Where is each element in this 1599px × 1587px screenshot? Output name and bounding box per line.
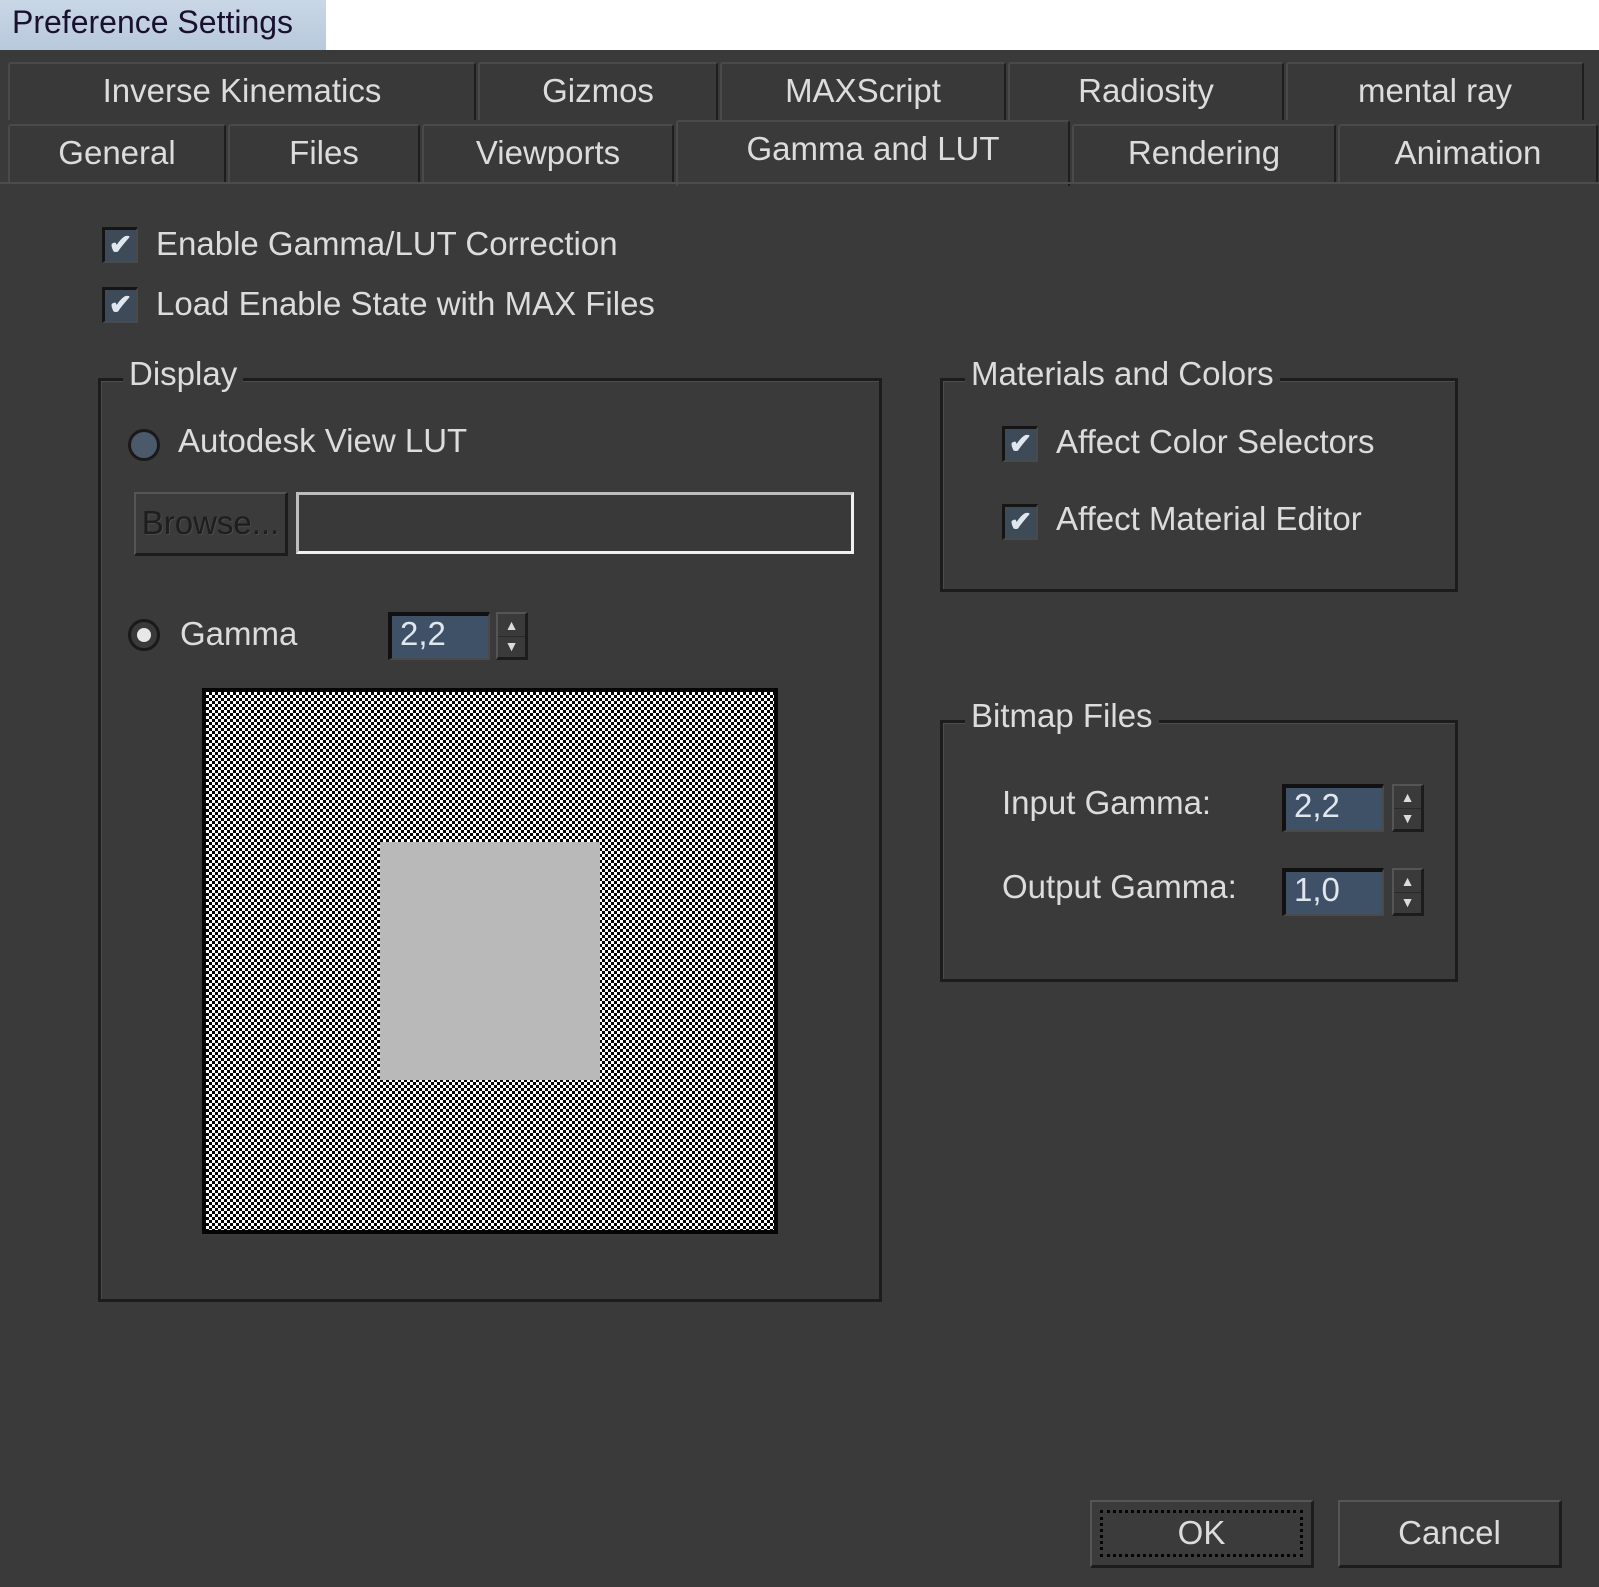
check-icon: ✔: [1008, 506, 1033, 537]
tab-gizmos[interactable]: Gizmos: [478, 62, 718, 120]
tab-gamma-and-lut[interactable]: Gamma and LUT: [676, 120, 1070, 186]
materials-colors-group: Materials and Colors: [940, 355, 1458, 592]
load-enable-state-label: Load Enable State with MAX Files: [156, 285, 655, 322]
spin-up-icon[interactable]: ▲: [498, 614, 525, 637]
tab-viewports[interactable]: Viewports: [422, 124, 674, 182]
materials-colors-title: Materials and Colors: [965, 355, 1280, 393]
tab-radiosity[interactable]: Radiosity: [1008, 62, 1284, 120]
gamma-radio[interactable]: [128, 619, 160, 651]
bitmap-files-title: Bitmap Files: [965, 697, 1159, 735]
ok-button[interactable]: OK: [1090, 1500, 1314, 1568]
check-icon: ✔: [108, 229, 133, 260]
focus-rectangle: [1100, 1510, 1303, 1557]
input-gamma-label: Input Gamma:: [1002, 784, 1212, 821]
tab-files[interactable]: Files: [228, 124, 420, 182]
spin-up-icon[interactable]: ▲: [1394, 870, 1421, 893]
cancel-button[interactable]: Cancel: [1338, 1500, 1562, 1568]
gamma-preview-pattern: [202, 688, 778, 1234]
display-gamma-input[interactable]: 2,2: [388, 612, 490, 660]
spin-down-icon[interactable]: ▼: [498, 636, 525, 658]
bitmap-files-group: Bitmap Files: [940, 697, 1458, 982]
autodesk-view-lut-radio[interactable]: [128, 429, 160, 461]
title-bar: Preference Settings: [0, 0, 1599, 50]
tab-rendering[interactable]: Rendering: [1072, 124, 1336, 182]
load-enable-state-checkbox[interactable]: ✔: [102, 287, 138, 323]
window-title-tab[interactable]: Preference Settings: [0, 0, 326, 50]
gamma-preview-gray-swatch: [380, 842, 600, 1080]
spin-down-icon[interactable]: ▼: [1394, 892, 1421, 914]
enable-correction-label: Enable Gamma/LUT Correction: [156, 225, 618, 262]
affect-color-selectors-checkbox[interactable]: ✔: [1002, 426, 1038, 462]
check-icon: ✔: [1008, 428, 1033, 459]
spin-down-icon[interactable]: ▼: [1394, 808, 1421, 830]
tab-inverse-kinematics[interactable]: Inverse Kinematics: [8, 62, 476, 120]
tab-general[interactable]: General: [8, 124, 226, 182]
check-icon: ✔: [108, 289, 133, 320]
input-gamma-spinner[interactable]: ▲ ▼: [1392, 784, 1424, 832]
tab-animation[interactable]: Animation: [1338, 124, 1598, 182]
affect-material-editor-checkbox[interactable]: ✔: [1002, 504, 1038, 540]
autodesk-view-lut-label: Autodesk View LUT: [178, 422, 468, 459]
tab-mental-ray[interactable]: mental ray: [1286, 62, 1584, 120]
spin-up-icon[interactable]: ▲: [1394, 786, 1421, 809]
browse-button[interactable]: Browse...: [134, 492, 288, 556]
tab-maxscript[interactable]: MAXScript: [720, 62, 1006, 120]
affect-material-editor-label: Affect Material Editor: [1056, 500, 1362, 537]
display-gamma-spinner[interactable]: ▲ ▼: [496, 612, 528, 660]
gamma-label: Gamma: [180, 615, 298, 652]
tab-panel-border: [0, 182, 1599, 184]
output-gamma-input[interactable]: 1,0: [1282, 868, 1384, 916]
input-gamma-input[interactable]: 2,2: [1282, 784, 1384, 832]
enable-correction-checkbox[interactable]: ✔: [102, 227, 138, 263]
window-title: Preference Settings: [12, 4, 294, 40]
affect-color-selectors-label: Affect Color Selectors: [1056, 423, 1375, 460]
lut-path-field[interactable]: [296, 492, 854, 554]
display-group-title: Display: [123, 355, 244, 393]
output-gamma-spinner[interactable]: ▲ ▼: [1392, 868, 1424, 916]
output-gamma-label: Output Gamma:: [1002, 868, 1237, 905]
